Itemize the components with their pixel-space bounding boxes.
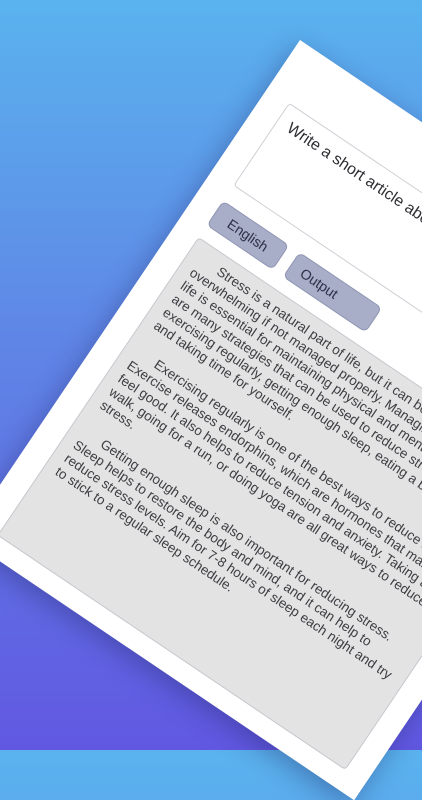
language-button-label: English [224,215,272,255]
output-button-label: Output [297,264,342,302]
app-screen: Write a short article about reducing str… [0,40,422,800]
